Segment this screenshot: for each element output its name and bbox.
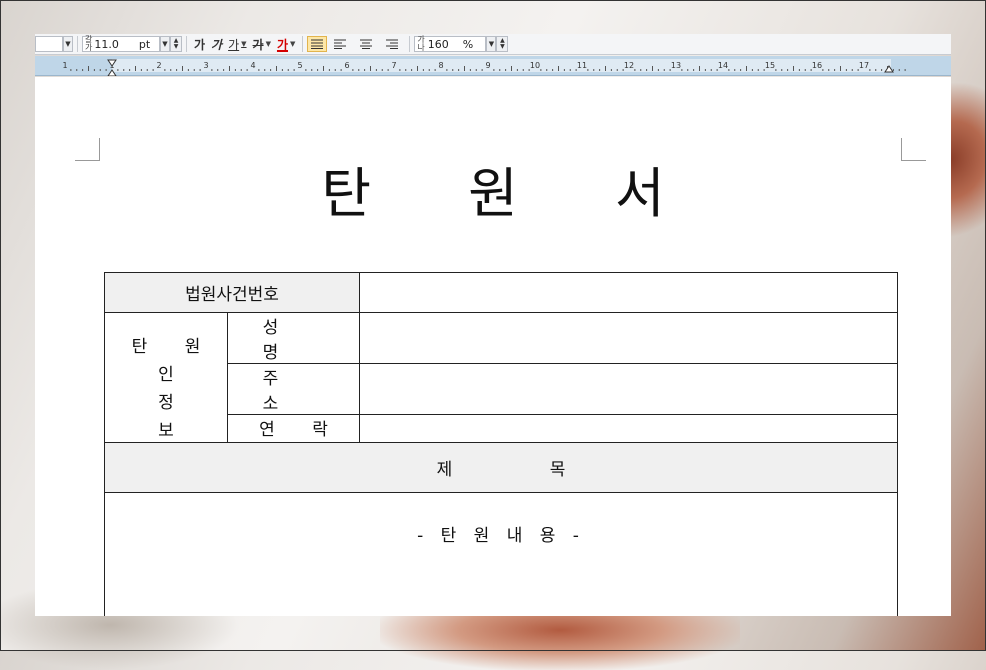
content-placeholder: - 탄 원 내 용 - xyxy=(417,526,585,546)
line-spacing-field[interactable]: 가나 160 % xyxy=(414,35,487,52)
font-size-field[interactable]: 갈가 11.0 pt xyxy=(82,36,160,52)
line-spacing-value: 160 xyxy=(427,37,449,51)
align-center-icon xyxy=(360,39,373,49)
font-name-dropdown[interactable]: ▼ xyxy=(63,36,73,52)
ruler-label: 9 xyxy=(485,61,490,70)
italic-button[interactable]: 가 xyxy=(208,36,225,52)
ruler-label: 13 xyxy=(671,61,681,70)
ruler-label: 7 xyxy=(391,61,396,70)
toolbar-separator xyxy=(77,36,78,52)
name-label: 성 명 xyxy=(227,312,360,364)
subject-label: 제 목 xyxy=(105,443,897,493)
ruler-label: 8 xyxy=(438,61,443,70)
font-size-stepper[interactable]: ▲ ▼ xyxy=(170,36,182,52)
ruler-label: 5 xyxy=(297,61,302,70)
petitioner-info-table: 법원사건번호 탄 원 인 정 보 성 명 주 소 연 락 처 xyxy=(104,272,898,466)
document-page[interactable]: 탄 원 서 법원사건번호 탄 원 인 정 보 성 명 주 소 연 락 처 제 목… xyxy=(35,77,951,616)
font-color-button[interactable]: 가 ▼ xyxy=(274,36,298,52)
toolbar-separator xyxy=(302,36,304,52)
chevron-down-icon: ▼ xyxy=(241,40,247,48)
font-color-label: 가 xyxy=(276,37,289,52)
ruler-label: 12 xyxy=(624,61,634,70)
toolbar-separator xyxy=(186,36,187,52)
ruler-label: 11 xyxy=(577,61,587,70)
case-number-label: 법원사건번호 xyxy=(104,272,360,313)
ruler-label: 4 xyxy=(250,61,255,70)
line-spacing-unit: % xyxy=(462,37,474,51)
ruler-label: 16 xyxy=(812,61,822,70)
document-title: 탄 원 서 xyxy=(321,162,705,225)
formatting-toolbar: ▼ 갈가 11.0 pt ▼ ▲ ▼ 가 가 가 ▼ 가 ▼ 가 ▼ 가나 160… xyxy=(35,34,951,55)
align-center-button[interactable] xyxy=(353,36,379,52)
ruler-label: 3 xyxy=(203,61,208,70)
align-left-button[interactable] xyxy=(327,36,353,52)
ruler-label: 2 xyxy=(156,61,161,70)
ruler-label: 6 xyxy=(344,61,349,70)
ruler-label: 1 xyxy=(62,61,67,70)
toolbar-separator xyxy=(409,36,411,52)
align-justify-button[interactable] xyxy=(307,36,328,52)
chevron-down-icon: ▼ xyxy=(290,40,296,48)
underline-label: 가 xyxy=(228,37,240,52)
chevron-down-icon: ▼ xyxy=(265,40,271,48)
font-name-field[interactable] xyxy=(35,36,63,52)
petition-content-box[interactable]: 제 목 - 탄 원 내 용 - xyxy=(104,442,898,616)
line-spacing-stepper[interactable]: ▲ ▼ xyxy=(496,36,509,52)
petitioner-label-line1: 탄 원 인 xyxy=(131,337,217,385)
ruler-label: 14 xyxy=(718,61,728,70)
line-spacing-dropdown[interactable]: ▼ xyxy=(486,36,497,52)
right-indent-marker-icon[interactable] xyxy=(884,65,894,73)
name-cell[interactable] xyxy=(359,312,898,364)
strikethrough-button[interactable]: 가 ▼ xyxy=(250,36,274,52)
ruler-scale: 11234567891011121314151617 xyxy=(62,59,906,76)
ruler-label: 10 xyxy=(530,61,540,70)
address-cell[interactable] xyxy=(359,363,898,415)
horizontal-ruler[interactable]: 11234567891011121314151617 xyxy=(35,56,951,76)
ruler-label: 17 xyxy=(859,61,869,70)
bold-button[interactable]: 가 xyxy=(191,36,208,52)
address-label: 주 소 xyxy=(227,363,360,415)
line-spacing-icon: 가나 xyxy=(417,35,425,52)
font-size-value: 11.0 xyxy=(94,37,119,51)
underline-button[interactable]: 가 ▼ xyxy=(225,36,249,52)
align-left-icon xyxy=(334,39,347,49)
align-right-icon xyxy=(386,39,399,49)
font-size-unit: pt xyxy=(138,37,151,51)
font-size-dropdown[interactable]: ▼ xyxy=(160,36,170,52)
case-number-cell[interactable] xyxy=(359,272,898,313)
font-size-icon: 갈가 xyxy=(85,35,93,52)
ruler-label: 15 xyxy=(765,61,775,70)
strikethrough-label: 가 xyxy=(252,37,264,52)
align-justify-icon xyxy=(311,39,324,49)
petitioner-label-line2: 정 보 xyxy=(158,393,212,441)
align-right-button[interactable] xyxy=(379,36,405,52)
